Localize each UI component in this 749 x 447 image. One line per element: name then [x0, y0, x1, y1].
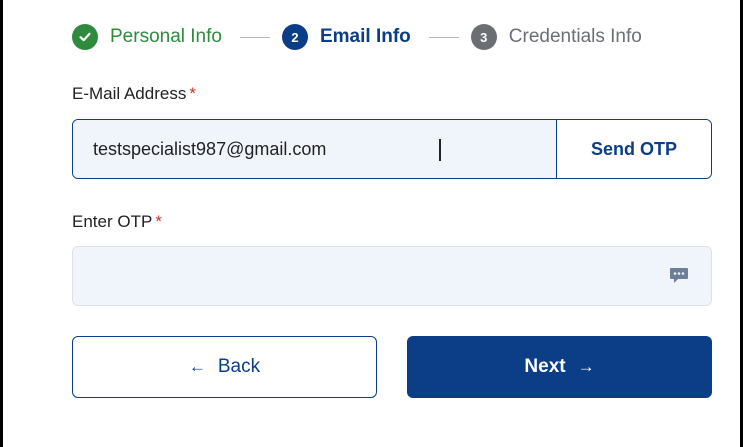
back-label: Back [217, 356, 261, 377]
email-label: E-Mail Address * [72, 84, 196, 103]
otp-label: Enter OTP * [72, 212, 162, 231]
required-marker: * [189, 84, 196, 103]
send-otp-button[interactable]: Send OTP [556, 120, 711, 178]
otp-input-group [72, 246, 712, 306]
email-field[interactable] [73, 120, 556, 178]
checkmark-icon [72, 24, 98, 50]
next-label: Next [524, 356, 566, 377]
step-personal-info[interactable]: Personal Info [72, 24, 222, 50]
step-email-info[interactable]: 2 Email Info [281, 24, 411, 50]
next-button[interactable]: Next → [407, 336, 712, 398]
step-separator [239, 36, 270, 38]
required-marker: * [155, 212, 162, 231]
email-input-group: Send OTP [72, 119, 712, 179]
text-cursor [439, 139, 441, 161]
arrow-right-icon: → [577, 357, 595, 376]
step-label: Credentials Info [508, 26, 642, 47]
step-separator [428, 36, 459, 38]
form-container: Personal Info 2 Email Info 3 Credentials… [0, 0, 743, 447]
back-button[interactable]: ← Back [72, 336, 377, 398]
step-credentials-info[interactable]: 3 Credentials Info [470, 24, 642, 50]
step-label: Personal Info [110, 26, 222, 47]
step-number: 3 [470, 24, 497, 50]
step-number: 2 [281, 24, 308, 50]
message-dots-icon [669, 267, 689, 285]
otp-field[interactable] [73, 247, 711, 305]
arrow-left-icon: ← [188, 357, 206, 376]
progress-stepper: Personal Info 2 Email Info 3 Credentials… [72, 22, 642, 52]
step-label: Email Info [319, 26, 411, 47]
